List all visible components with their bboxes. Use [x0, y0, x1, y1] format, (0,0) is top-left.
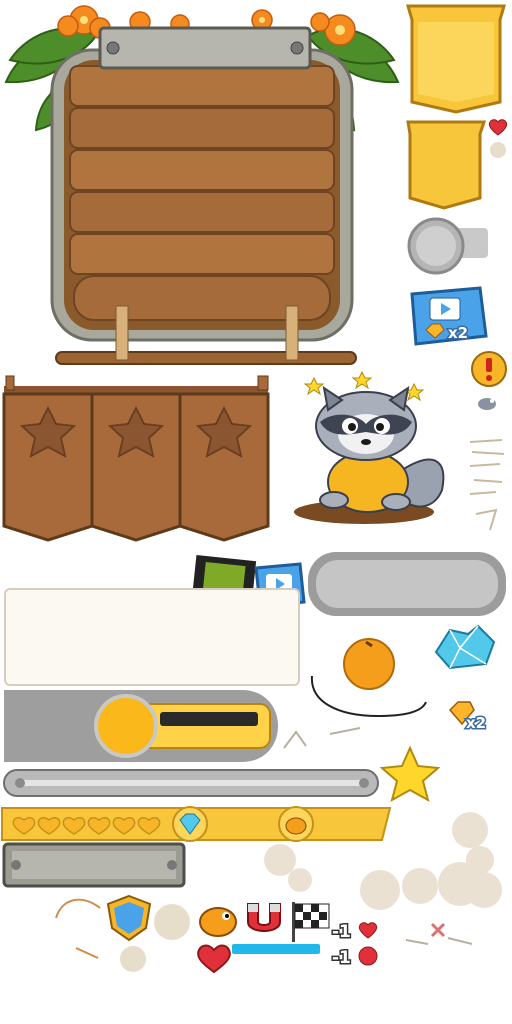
- heart-penalty-label: -1: [332, 922, 351, 942]
- dust-particles: [466, 434, 508, 544]
- video-x2-button[interactable]: x2: [404, 284, 488, 348]
- grey-stone-button[interactable]: [306, 550, 508, 620]
- heart-icon: [358, 922, 378, 939]
- metal-plate: [2, 842, 186, 888]
- gold-banner-large: [404, 2, 508, 116]
- toggle-slider[interactable]: [2, 690, 278, 762]
- bird-icon: [196, 898, 242, 942]
- exclamation-icon: [470, 350, 508, 388]
- minus-heart-indicator: -1: [330, 918, 380, 944]
- raccoon-character: [284, 370, 470, 550]
- grey-toggle-button[interactable]: [404, 214, 490, 276]
- scribble-marks: [280, 720, 370, 750]
- scribble-left: [52, 888, 106, 968]
- star-banners: [0, 370, 272, 546]
- wood-planks: [69, 65, 335, 321]
- star-icon: [379, 744, 441, 803]
- small-bird-icon: [476, 394, 498, 412]
- energy-penalty-label: -1: [332, 948, 351, 968]
- gem-multiplier-label: x2: [466, 714, 486, 732]
- cream-text-panel: [4, 588, 300, 686]
- video-multiplier-label: x2: [448, 324, 468, 342]
- dust-puff-icon: [488, 140, 508, 160]
- wooden-board: [0, 0, 404, 372]
- heart-icon: [488, 118, 508, 136]
- red-x-mark-icon: [400, 914, 480, 950]
- gem-x2-icon: x2: [444, 696, 504, 734]
- energy-bar: [232, 944, 320, 954]
- checkered-flag-icon: [288, 898, 334, 944]
- heart-icon: [196, 942, 232, 974]
- title-plate: [98, 26, 312, 70]
- gold-banner-small: [404, 118, 487, 210]
- minus-energy-indicator: -1: [330, 944, 380, 970]
- horizontal-slider[interactable]: [2, 766, 380, 800]
- dust-puff-icon: [150, 900, 196, 942]
- shield-icon: [106, 894, 152, 942]
- diamond-icon: [172, 806, 208, 842]
- crystal-cluster-icon: [430, 622, 500, 672]
- dust-puff-icon: [116, 944, 150, 974]
- magnet-icon: [240, 900, 288, 944]
- energy-icon: [358, 946, 378, 966]
